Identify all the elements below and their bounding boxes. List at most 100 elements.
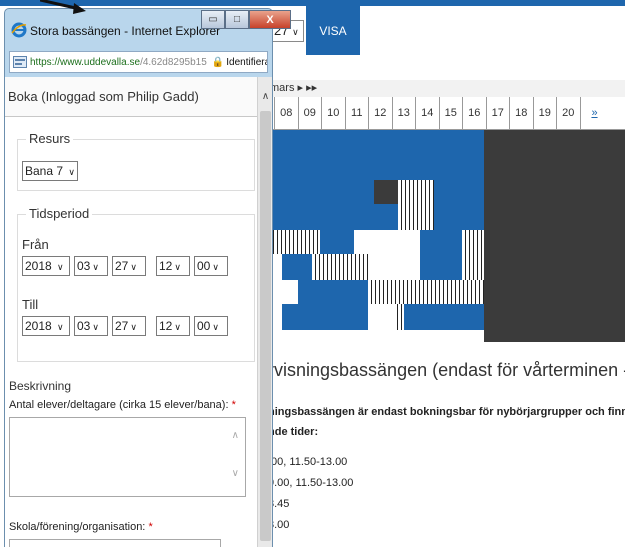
beskrivning-label: Beskrivning (9, 379, 72, 393)
hour-label: 13 (393, 97, 416, 129)
fran-label: Från (22, 237, 49, 252)
fran-month-value: 03 (77, 259, 91, 273)
fran-year-value: 2018 (25, 259, 52, 273)
address-bar[interactable]: https://www.uddevalla.se/4.62d8295b15 🔒 … (9, 51, 268, 73)
booking-block[interactable] (262, 130, 484, 180)
close-button[interactable]: X (249, 10, 291, 29)
next-link[interactable]: » (581, 97, 609, 129)
booking-block[interactable] (368, 280, 484, 304)
till-minute-value: 00 (197, 319, 211, 333)
antal-textarea[interactable]: ∧ ∨ (9, 417, 246, 497)
booking-block[interactable] (398, 180, 434, 204)
chevron-down-icon: ∨ (174, 322, 181, 332)
vertical-scrollbar[interactable]: ∧ (257, 77, 272, 547)
booking-block[interactable] (434, 204, 484, 230)
fran-day-select[interactable]: 27 ∨ (112, 256, 146, 276)
identity-label: Identifierad av G... (226, 56, 267, 68)
visa-button[interactable]: VISA (306, 6, 360, 55)
textarea-scroll-down-icon: ∨ (231, 468, 239, 479)
popup-window[interactable]: Stora bassängen - Internet Explorer ▭ □ … (4, 8, 291, 547)
scroll-up-icon[interactable]: ∧ (258, 91, 273, 107)
till-month-value: 03 (77, 319, 91, 333)
booking-block[interactable] (320, 230, 354, 254)
skola-input[interactable] (9, 539, 221, 547)
booking-block[interactable] (370, 254, 420, 280)
booking-block[interactable] (282, 254, 312, 280)
grid-cells (262, 130, 625, 342)
booking-block[interactable] (434, 180, 484, 204)
till-day-value: 27 (115, 319, 129, 333)
pool-times: .00, 11.50-13.00 9.00, 11.50-13.00 3.45 … (268, 452, 353, 536)
fran-month-select[interactable]: 03 ∨ (74, 256, 108, 276)
booking-block[interactable] (282, 304, 368, 330)
resurs-select[interactable]: Bana 7 ∨ (22, 161, 78, 181)
fran-hour-select[interactable]: 12 ∨ (156, 256, 190, 276)
till-minute-select[interactable]: 00 ∨ (194, 316, 228, 336)
till-year-value: 2018 (25, 319, 52, 333)
booking-block[interactable] (398, 204, 434, 230)
hour-label: 09 (299, 97, 322, 129)
till-hour-value: 12 (159, 319, 173, 333)
till-hour-select[interactable]: 12 ∨ (156, 316, 190, 336)
chevron-down-icon: ∨ (174, 262, 181, 272)
booking-block[interactable] (262, 204, 398, 230)
booking-block[interactable] (404, 304, 484, 330)
time-entry: 9.00, 11.50-13.00 (268, 477, 354, 489)
form-title: Boka (Inloggad som Philip Gadd) (5, 77, 257, 117)
hour-label: 20 (557, 97, 581, 129)
antal-label-text: Antal elever/deltagare (cirka 15 elever/… (9, 399, 229, 411)
pool-description: ningsbassängen är endast bokningsbar för… (268, 402, 625, 442)
time-entry: 3.00 (268, 519, 290, 531)
pool-description-line: ningsbassängen är endast bokningsbar för… (268, 406, 625, 418)
hour-label: 15 (440, 97, 463, 129)
required-mark: * (231, 399, 236, 411)
fran-day-value: 27 (115, 259, 129, 273)
booking-block[interactable] (368, 304, 394, 330)
booking-block[interactable] (420, 254, 462, 280)
chevron-down-icon: ∨ (130, 262, 137, 272)
till-label: Till (22, 297, 39, 312)
chevron-down-icon: ∨ (212, 262, 219, 272)
booking-block[interactable] (394, 304, 404, 330)
till-year-select[interactable]: 2018 ∨ (22, 316, 70, 336)
skola-label-text: Skola/förening/organisation: (9, 521, 146, 533)
hour-label: 16 (463, 97, 487, 129)
booking-block[interactable] (420, 230, 462, 254)
booking-block (374, 180, 398, 204)
booking-block[interactable] (462, 254, 484, 280)
scroll-thumb[interactable] (260, 111, 271, 541)
popup-content: Boka (Inloggad som Philip Gadd) ∧ Resurs… (5, 77, 272, 547)
antal-label: Antal elever/deltagare (cirka 15 elever/… (9, 399, 236, 411)
till-day-select[interactable]: 27 ∨ (112, 316, 146, 336)
resurs-legend: Resurs (26, 131, 74, 146)
tidsperiod-fieldset: Tidsperiod (17, 206, 255, 362)
chevron-down-icon: ∨ (92, 322, 99, 332)
minimize-button[interactable]: ▭ (201, 10, 225, 29)
page-icon (13, 56, 27, 68)
screen: 27 ∨ VISA mars ▸ ▸▸ 08 09 10 11 12 13 14… (0, 0, 625, 547)
required-mark: * (148, 521, 153, 533)
chevron-down-icon: ∨ (57, 262, 64, 272)
booking-block[interactable] (262, 180, 374, 204)
maximize-button[interactable]: □ (225, 10, 249, 29)
booking-block[interactable] (298, 280, 368, 304)
url-path: /4.62d8295b15 (140, 56, 207, 68)
tidsperiod-legend: Tidsperiod (26, 206, 93, 221)
calendar-nav[interactable]: mars ▸ ▸▸ (262, 80, 625, 97)
time-entry: .00, 11.50-13.00 (268, 456, 348, 468)
fran-year-select[interactable]: 2018 ∨ (22, 256, 70, 276)
skola-label: Skola/förening/organisation: * (9, 521, 153, 533)
booking-block[interactable] (462, 230, 484, 254)
booking-block[interactable] (354, 230, 420, 254)
fran-hour-value: 12 (159, 259, 173, 273)
fran-minute-select[interactable]: 00 ∨ (194, 256, 228, 276)
time-entry: 3.45 (268, 498, 290, 510)
hour-label: 18 (510, 97, 534, 129)
till-month-select[interactable]: 03 ∨ (74, 316, 108, 336)
chevron-down-icon: ∨ (57, 322, 64, 332)
window-title: Stora bassängen - Internet Explorer (30, 24, 221, 38)
booking-block[interactable] (312, 254, 370, 280)
hour-label: 11 (346, 97, 369, 129)
chevron-down-icon: ∨ (212, 322, 219, 332)
grid-spacer (262, 330, 484, 342)
